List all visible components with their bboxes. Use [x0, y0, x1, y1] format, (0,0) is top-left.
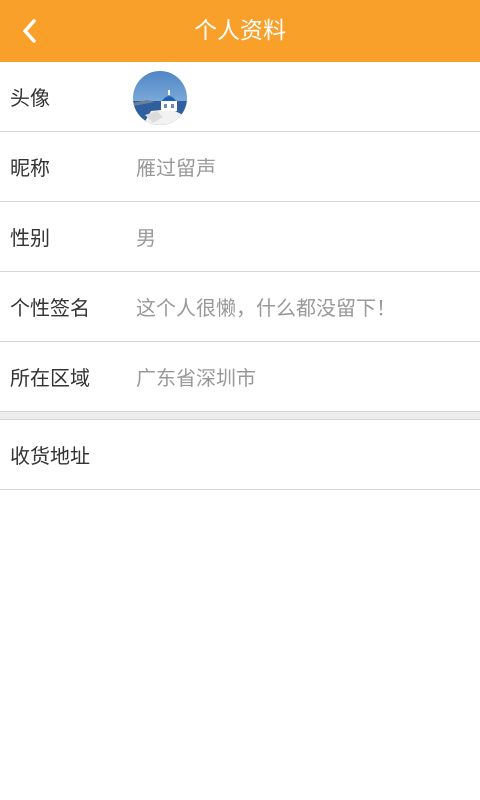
gender-row[interactable]: 性别 男: [0, 202, 480, 272]
section-divider: [0, 412, 480, 420]
nickname-row[interactable]: 昵称 雁过留声: [0, 132, 480, 202]
region-row[interactable]: 所在区域 广东省深圳市: [0, 342, 480, 412]
nickname-value: 雁过留声: [136, 156, 216, 180]
region-value: 广东省深圳市: [136, 366, 256, 390]
signature-label: 个性签名: [10, 296, 90, 320]
nickname-label: 昵称: [10, 156, 50, 180]
top-bar: 个人资料: [0, 0, 480, 62]
signature-value: 这个人很懒，什么都没留下！: [136, 296, 396, 320]
gender-value: 男: [136, 226, 156, 250]
region-label: 所在区域: [10, 366, 90, 390]
avatar-label: 头像: [10, 86, 50, 110]
page-title: 个人资料: [194, 18, 286, 44]
gender-label: 性别: [10, 226, 50, 250]
signature-row[interactable]: 个性签名 这个人很懒，什么都没留下！: [0, 272, 480, 342]
avatar: [133, 71, 187, 125]
address-row[interactable]: 收货地址: [0, 420, 480, 490]
address-label: 收货地址: [10, 444, 90, 468]
avatar-row[interactable]: 头像: [0, 62, 480, 132]
